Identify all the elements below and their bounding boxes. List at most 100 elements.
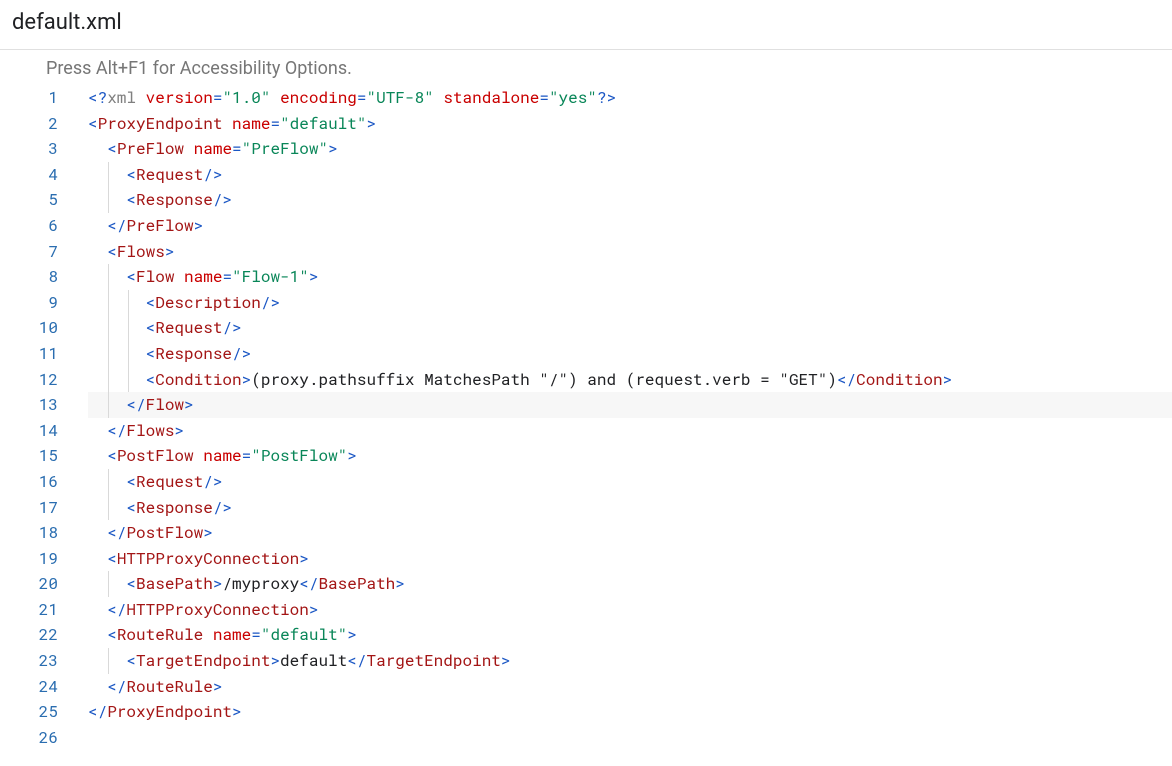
code-token: > bbox=[309, 599, 319, 620]
code-line[interactable]: </RouteRule> bbox=[88, 674, 1172, 700]
code-line[interactable]: <Condition>(proxy.pathsuffix MatchesPath… bbox=[88, 367, 1172, 393]
line-number[interactable]: 21 bbox=[0, 597, 58, 623]
code-line[interactable]: <HTTPProxyConnection> bbox=[88, 546, 1172, 572]
code-token: PostFlow bbox=[126, 522, 203, 543]
code-token: HTTPProxyConnection bbox=[126, 599, 308, 620]
line-number[interactable]: 2 bbox=[0, 111, 58, 137]
line-number[interactable]: 17 bbox=[0, 495, 58, 521]
code-content[interactable]: <?xml version="1.0" encoding="UTF-8" sta… bbox=[88, 85, 1172, 750]
code-token: > bbox=[943, 369, 953, 390]
line-number[interactable]: 4 bbox=[0, 162, 58, 188]
code-token: /> bbox=[203, 471, 222, 492]
code-token: "Flow-1" bbox=[232, 266, 309, 287]
code-token: BasePath bbox=[136, 573, 213, 594]
code-token: < bbox=[146, 317, 156, 338]
code-token: < bbox=[107, 624, 117, 645]
line-number[interactable]: 6 bbox=[0, 213, 58, 239]
code-token: > bbox=[203, 522, 213, 543]
code-line[interactable]: <Description/> bbox=[88, 290, 1172, 316]
line-number[interactable]: 1 bbox=[0, 85, 58, 111]
code-token bbox=[434, 87, 444, 108]
code-line[interactable]: <Flows> bbox=[88, 239, 1172, 265]
line-number[interactable]: 25 bbox=[0, 699, 58, 725]
code-line[interactable]: <BasePath>/myproxy</BasePath> bbox=[88, 571, 1172, 597]
code-line[interactable]: <PostFlow name="PostFlow"> bbox=[88, 443, 1172, 469]
file-title: default.xml bbox=[12, 10, 1172, 35]
code-token: > bbox=[501, 650, 511, 671]
code-line[interactable]: </Flows> bbox=[88, 418, 1172, 444]
code-token: Condition bbox=[856, 369, 942, 390]
code-line[interactable]: <Request/> bbox=[88, 162, 1172, 188]
code-token: </ bbox=[107, 522, 126, 543]
code-area[interactable]: 1234567891011121314151617181920212223242… bbox=[0, 85, 1172, 750]
code-line[interactable]: <?xml version="1.0" encoding="UTF-8" sta… bbox=[88, 85, 1172, 111]
code-line[interactable]: </Flow> bbox=[88, 392, 1172, 418]
line-number[interactable]: 8 bbox=[0, 264, 58, 290]
code-editor[interactable]: Press Alt+F1 for Accessibility Options. … bbox=[0, 49, 1172, 750]
code-line[interactable]: <Response/> bbox=[88, 187, 1172, 213]
code-line[interactable]: <PreFlow name="PreFlow"> bbox=[88, 136, 1172, 162]
code-token: </ bbox=[347, 650, 366, 671]
code-token: < bbox=[146, 343, 156, 364]
code-token: </ bbox=[299, 573, 318, 594]
line-number[interactable]: 5 bbox=[0, 187, 58, 213]
line-number[interactable]: 16 bbox=[0, 469, 58, 495]
code-line[interactable]: </PreFlow> bbox=[88, 213, 1172, 239]
code-token: Response bbox=[155, 343, 232, 364]
line-number[interactable]: 19 bbox=[0, 546, 58, 572]
line-number-gutter[interactable]: 1234567891011121314151617181920212223242… bbox=[0, 85, 88, 750]
code-line[interactable]: <Response/> bbox=[88, 341, 1172, 367]
line-number[interactable]: 10 bbox=[0, 315, 58, 341]
code-line[interactable]: <Request/> bbox=[88, 469, 1172, 495]
code-line[interactable]: </PostFlow> bbox=[88, 520, 1172, 546]
line-number[interactable]: 13 bbox=[0, 392, 58, 418]
code-token: > bbox=[165, 241, 175, 262]
code-token bbox=[184, 138, 194, 159]
code-token: < bbox=[107, 445, 117, 466]
code-line[interactable]: <RouteRule name="default"> bbox=[88, 622, 1172, 648]
code-line[interactable]: <ProxyEndpoint name="default"> bbox=[88, 111, 1172, 137]
code-token: Condition bbox=[155, 369, 241, 390]
line-number[interactable]: 24 bbox=[0, 674, 58, 700]
line-number[interactable]: 23 bbox=[0, 648, 58, 674]
code-token: Flow bbox=[136, 266, 174, 287]
code-token: Flow bbox=[146, 394, 184, 415]
code-token: HTTPProxyConnection bbox=[117, 548, 299, 569]
code-token: > bbox=[328, 138, 338, 159]
code-token: < bbox=[126, 497, 136, 518]
line-number[interactable]: 15 bbox=[0, 443, 58, 469]
line-number[interactable]: 22 bbox=[0, 622, 58, 648]
line-number[interactable]: 3 bbox=[0, 136, 58, 162]
line-number[interactable]: 11 bbox=[0, 341, 58, 367]
code-token: > bbox=[232, 701, 242, 722]
code-token: name bbox=[203, 445, 241, 466]
line-number[interactable]: 20 bbox=[0, 571, 58, 597]
code-token: TargetEndpoint bbox=[136, 650, 270, 671]
line-number[interactable]: 7 bbox=[0, 239, 58, 265]
code-token: > bbox=[270, 650, 280, 671]
code-line[interactable]: <Response/> bbox=[88, 495, 1172, 521]
code-token: > bbox=[213, 676, 223, 697]
line-number[interactable]: 18 bbox=[0, 520, 58, 546]
code-token: </ bbox=[107, 420, 126, 441]
code-token: > bbox=[309, 266, 319, 287]
code-token bbox=[194, 445, 204, 466]
line-number[interactable]: 9 bbox=[0, 290, 58, 316]
code-token bbox=[222, 113, 232, 134]
code-token: BasePath bbox=[318, 573, 395, 594]
line-number[interactable]: 14 bbox=[0, 418, 58, 444]
line-number[interactable]: 12 bbox=[0, 367, 58, 393]
code-line[interactable]: <Request/> bbox=[88, 315, 1172, 341]
code-line[interactable] bbox=[88, 725, 1172, 751]
code-line[interactable]: </HTTPProxyConnection> bbox=[88, 597, 1172, 623]
code-token: < bbox=[126, 164, 136, 185]
line-number[interactable]: 26 bbox=[0, 725, 58, 751]
code-token: ProxyEndpoint bbox=[98, 113, 223, 134]
code-token: < bbox=[126, 650, 136, 671]
code-token: name bbox=[194, 138, 232, 159]
code-token: Description bbox=[155, 292, 261, 313]
code-token: </ bbox=[837, 369, 856, 390]
code-line[interactable]: <TargetEndpoint>default</TargetEndpoint> bbox=[88, 648, 1172, 674]
code-line[interactable]: <Flow name="Flow-1"> bbox=[88, 264, 1172, 290]
code-line[interactable]: </ProxyEndpoint> bbox=[88, 699, 1172, 725]
